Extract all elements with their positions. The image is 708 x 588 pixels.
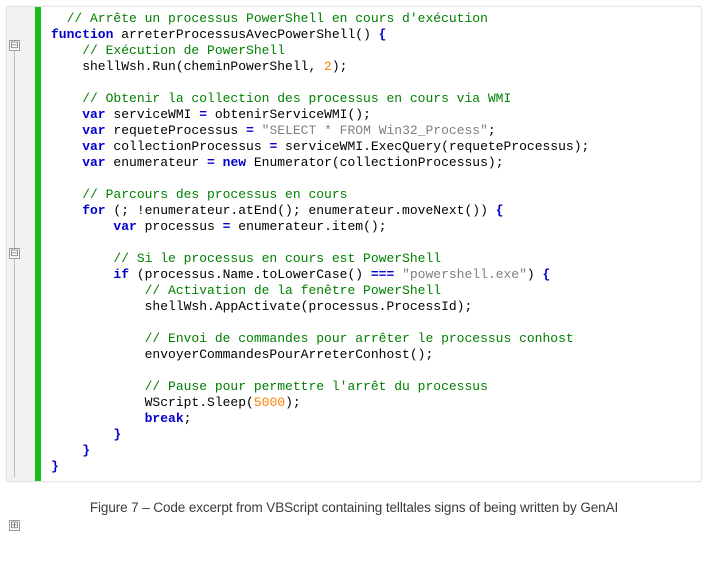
code-token: // Arrête un processus PowerShell en cou… <box>51 11 488 26</box>
editor-gutter: ⊟ ⊟ ⊞ <box>7 7 43 481</box>
code-token <box>394 267 402 282</box>
code-token: { <box>379 27 387 42</box>
code-token: "powershell.exe" <box>402 267 527 282</box>
code-token: var <box>51 107 106 122</box>
code-token: (processus.Name.toLowerCase() <box>129 267 371 282</box>
code-token: // Si le processus en cours est PowerShe… <box>51 251 441 266</box>
code-token: ; <box>184 411 192 426</box>
code-token: arreterProcessusAvecPowerShell() <box>113 27 378 42</box>
code-token: function <box>51 27 113 42</box>
code-token: serviceWMI <box>106 107 200 122</box>
code-token <box>51 315 59 330</box>
fold-toggle-icon[interactable]: ⊞ <box>9 520 20 531</box>
code-token: { <box>496 203 504 218</box>
code-token: } <box>51 459 59 474</box>
code-token: for <box>51 203 106 218</box>
code-token: } <box>51 443 90 458</box>
code-token: 2 <box>324 59 332 74</box>
code-token: = <box>246 123 254 138</box>
code-token <box>51 75 59 90</box>
code-token: ); <box>332 59 348 74</box>
code-token: (; !enumerateur.atEnd(); enumerateur.mov… <box>106 203 496 218</box>
code-token <box>215 155 223 170</box>
code-token: = <box>207 155 215 170</box>
code-token: var <box>51 139 106 154</box>
source-code: // Arrête un processus PowerShell en cou… <box>43 7 701 481</box>
code-token: enumerateur.item(); <box>230 219 386 234</box>
code-token: // Exécution de PowerShell <box>51 43 285 58</box>
code-token: = <box>199 107 207 122</box>
fold-toggle-icon[interactable]: ⊟ <box>9 248 20 259</box>
code-token: collectionProcessus <box>106 139 270 154</box>
code-token: // Pause pour permettre l'arrêt du proce… <box>51 379 488 394</box>
code-token: // Obtenir la collection des processus e… <box>51 91 511 106</box>
code-token: break <box>51 411 184 426</box>
code-token: === <box>371 267 394 282</box>
figure-container: ⊟ ⊟ ⊞ // Arrête un processus PowerShell … <box>0 0 708 588</box>
code-token: shellWsh.AppActivate(processus.ProcessId… <box>51 299 472 314</box>
fold-guide-line <box>14 51 15 477</box>
code-token: "SELECT * FROM Win32_Process" <box>262 123 488 138</box>
code-token: if <box>51 267 129 282</box>
code-token: // Envoi de commandes pour arrêter le pr… <box>51 331 574 346</box>
code-token: WScript.Sleep( <box>51 395 254 410</box>
code-token: // Parcours des processus en cours <box>51 187 347 202</box>
code-token <box>51 363 59 378</box>
code-token: new <box>223 155 246 170</box>
code-editor-panel: ⊟ ⊟ ⊞ // Arrête un processus PowerShell … <box>6 6 702 482</box>
code-token: // Activation de la fenêtre PowerShell <box>51 283 441 298</box>
code-token: requeteProcessus <box>106 123 246 138</box>
code-token: var <box>51 123 106 138</box>
code-token <box>51 235 59 250</box>
code-token <box>51 171 59 186</box>
code-token: enumerateur <box>106 155 207 170</box>
fold-toggle-icon[interactable]: ⊟ <box>9 40 20 51</box>
code-token: ) <box>527 267 543 282</box>
code-token: envoyerCommandesPourArreterConhost(); <box>51 347 433 362</box>
code-token: serviceWMI.ExecQuery(requeteProcessus); <box>277 139 589 154</box>
code-token: processus <box>137 219 223 234</box>
code-token: var <box>51 155 106 170</box>
code-token: ; <box>488 123 496 138</box>
fold-column: ⊟ ⊟ ⊞ <box>7 7 35 481</box>
code-token: 5000 <box>254 395 285 410</box>
figure-caption: Figure 7 – Code excerpt from VBScript co… <box>6 500 702 515</box>
code-token: var <box>51 219 137 234</box>
code-token: shellWsh.Run(cheminPowerShell, <box>51 59 324 74</box>
code-token: Enumerator(collectionProcessus); <box>246 155 503 170</box>
code-token: obtenirServiceWMI(); <box>207 107 371 122</box>
code-token <box>254 123 262 138</box>
change-indicator-bar <box>35 7 41 481</box>
code-token: ); <box>285 395 301 410</box>
code-token: } <box>51 427 121 442</box>
code-token: { <box>543 267 551 282</box>
